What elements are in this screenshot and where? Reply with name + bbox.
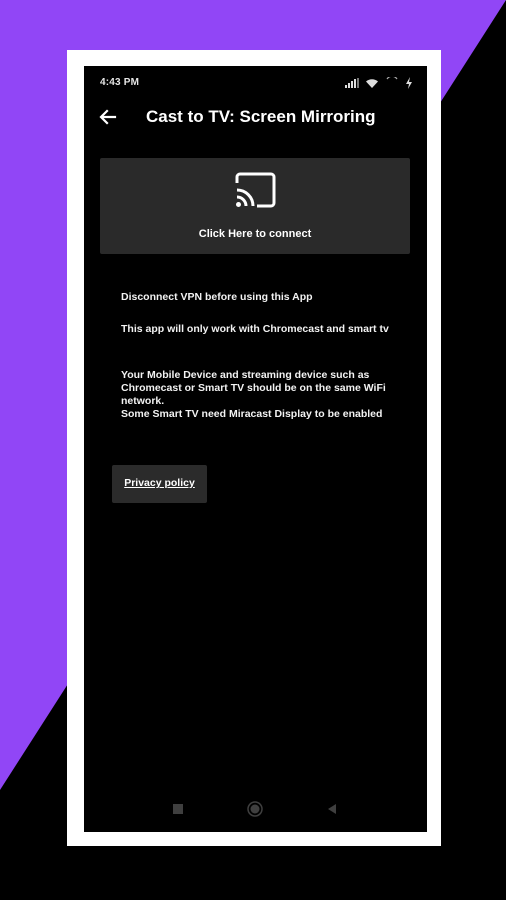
connect-label: Click Here to connect xyxy=(198,228,312,240)
info-compatibility-text: This app will only work with Chromecast … xyxy=(121,323,389,335)
phone-screen: 4:43 PM Cast to TV: Screen Mirroring Cli… xyxy=(84,66,427,832)
home-icon[interactable] xyxy=(247,801,263,817)
privacy-policy-label: Privacy policy xyxy=(124,477,195,489)
nav-back-icon[interactable] xyxy=(326,803,338,815)
cast-icon xyxy=(235,172,276,208)
arrow-left-icon[interactable] xyxy=(98,107,118,127)
app-bar: Cast to TV: Screen Mirroring xyxy=(84,100,427,134)
status-bar: 4:43 PM xyxy=(84,66,427,100)
status-icons xyxy=(345,76,413,90)
info-vpn-text: Disconnect VPN before using this App xyxy=(121,291,313,303)
info-miracast-text: Some Smart TV need Miracast Display to b… xyxy=(121,408,383,420)
status-time: 4:43 PM xyxy=(100,77,140,88)
recents-icon[interactable] xyxy=(173,804,183,814)
wifi-icon xyxy=(366,78,378,88)
connect-button[interactable]: Click Here to connect xyxy=(100,158,410,254)
wifi-dot-icon xyxy=(386,77,398,80)
signal-icon xyxy=(345,78,359,88)
charging-icon xyxy=(406,77,412,89)
system-nav-bar xyxy=(84,794,427,830)
page-title: Cast to TV: Screen Mirroring xyxy=(146,107,376,126)
info-network-text: Your Mobile Device and streaming device … xyxy=(121,369,386,407)
info-network-block: Your Mobile Device and streaming device … xyxy=(121,369,396,421)
privacy-policy-button[interactable]: Privacy policy xyxy=(112,465,207,503)
